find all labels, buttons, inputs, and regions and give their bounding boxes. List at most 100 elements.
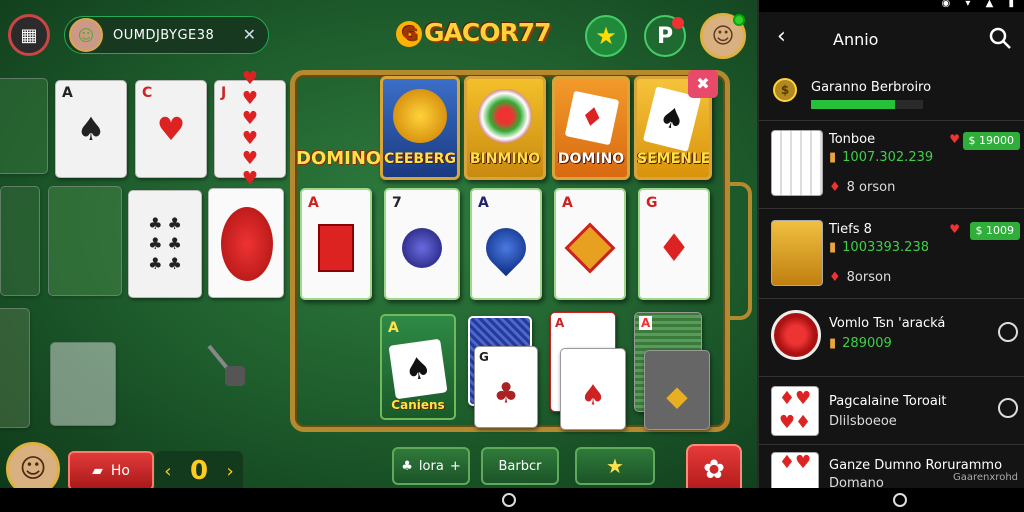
game-area: ▦ ☺ OUMDJBYGE38 ✕ G GACOR77 ★ P ☺ A ♠ C ♥… xyxy=(0,0,757,488)
heart-icon[interactable]: ♥ xyxy=(949,222,960,236)
card-art xyxy=(318,224,354,273)
list-item[interactable]: ♦♥ Ganze Dumno Rorurammo Domano Gaarenxr… xyxy=(759,448,1024,488)
price-badge[interactable]: $ 1009 xyxy=(969,222,1020,240)
divider xyxy=(759,120,1024,121)
card-rank: 7 xyxy=(392,195,402,211)
p-button[interactable]: P xyxy=(644,15,686,57)
coin-icon: ▮ xyxy=(829,240,837,255)
ho-button[interactable]: ▰ Ho xyxy=(68,451,154,488)
item-sub: ♦ 8orson xyxy=(829,270,891,285)
stack-card-front: ♠ xyxy=(560,348,626,430)
card-art xyxy=(564,222,616,274)
tile-label: BINMINO xyxy=(469,151,541,167)
item-sub: Dlilsboeoe xyxy=(829,414,897,429)
faded-card xyxy=(48,186,122,296)
spade-icon: ♠ xyxy=(76,110,106,148)
card-stack-1[interactable]: G ♣ xyxy=(464,316,540,428)
player-name: OUMDJBYGE38 xyxy=(113,27,215,43)
item-title: Tonboe xyxy=(829,132,876,147)
roulette-icon xyxy=(478,89,532,144)
item-sub: ♦ 8 orson xyxy=(829,180,895,195)
settings-button[interactable]: ✿ xyxy=(686,444,742,488)
status-bar: ◉ ▾ ▲ ▮ xyxy=(759,0,1024,12)
card-back-red[interactable] xyxy=(208,188,284,298)
heart-icon[interactable]: ♥ xyxy=(949,132,960,146)
chevron-right-icon[interactable]: › xyxy=(227,461,234,482)
card-rank: C xyxy=(142,85,153,101)
card-stack-3[interactable]: A ◆ xyxy=(632,312,714,430)
card-2[interactable]: C ♥ xyxy=(135,80,207,178)
diamond-icon: ♦ xyxy=(829,270,841,285)
big-card-4[interactable]: A xyxy=(554,188,626,300)
big-card-5[interactable]: G ♦ xyxy=(638,188,710,300)
game-tile-ceeberg[interactable]: CEEBERG xyxy=(380,76,460,180)
chevron-left-icon[interactable]: ‹ xyxy=(164,461,171,482)
plus-icon: + xyxy=(449,458,461,474)
system-nav-bar xyxy=(0,488,1024,512)
panel-title: Annio xyxy=(833,30,879,49)
card-art: ♦ xyxy=(656,226,692,271)
hearts-pattern-icon: ♥ ♥ ♥ ♥ ♥ ♥ xyxy=(241,68,259,189)
game-tile-domino[interactable]: ♦ DOMINO xyxy=(552,76,630,180)
big-card-2[interactable]: 7 xyxy=(384,188,460,300)
card-rank: G xyxy=(646,195,658,211)
progress-fill xyxy=(811,100,895,109)
heart-icon: ♥ xyxy=(156,110,186,148)
counter-value: 0 xyxy=(189,456,209,486)
card-stack-2[interactable]: A ♠ xyxy=(548,312,630,430)
list-item[interactable]: Tiefs 8 ▮ 1003393.238 ♦ 8orson ♥ $ 1009 xyxy=(759,212,1024,296)
search-icon[interactable] xyxy=(988,26,1012,50)
card-rank: G xyxy=(479,350,489,364)
card-1[interactable]: A ♠ xyxy=(55,80,127,178)
item-sub-text: 8 orson xyxy=(846,180,896,195)
gear-icon[interactable] xyxy=(998,398,1018,418)
list-item[interactable]: ♦♥ ♥♦ Pagcalaine Toroait Dlilsboeoe xyxy=(759,380,1024,442)
side-panel: ◉ ▾ ▲ ▮ ‹ Annio $ Garanno Berbroiro Tonb… xyxy=(757,0,1024,488)
menu-button[interactable]: ▦ xyxy=(8,14,50,56)
shuffle-button[interactable]: ✖ xyxy=(688,70,718,98)
home-button[interactable] xyxy=(502,493,516,507)
game-tile-binmino[interactable]: BINMINO xyxy=(464,76,546,180)
player-name-pill[interactable]: ☺ OUMDJBYGE38 ✕ xyxy=(64,16,269,54)
diamond-card-icon: ♦ xyxy=(564,90,620,146)
card-clubs[interactable]: ♣ ♣ ♣ ♣ ♣ ♣ xyxy=(128,190,202,298)
card-rank: A xyxy=(562,195,573,211)
back-icon[interactable]: ‹ xyxy=(777,24,786,49)
big-card-3[interactable]: A xyxy=(470,188,542,300)
price-badge[interactable]: $ 19000 xyxy=(962,132,1020,150)
card-3[interactable]: J ♥ ♥ ♥ ♥ ♥ ♥ xyxy=(214,69,286,189)
user-row[interactable]: $ Garanno Berbroiro xyxy=(773,76,1018,112)
card-art: ♣ xyxy=(493,376,519,410)
barbcr-button[interactable]: Barbcr xyxy=(481,447,559,485)
coin-icon: ▮ xyxy=(829,336,837,351)
card-art xyxy=(477,220,535,277)
domino-logo[interactable]: DOMINO xyxy=(296,148,381,169)
close-icon[interactable]: ✕ xyxy=(243,25,256,44)
card-rank: A xyxy=(478,195,489,211)
coin-icon: $ xyxy=(773,78,797,102)
star-icon: ★ xyxy=(606,454,624,478)
bell-icon xyxy=(207,344,245,386)
card-rank: A xyxy=(555,316,565,330)
player-avatar[interactable]: ☺ xyxy=(6,442,60,488)
list-item[interactable]: Vomlo Tsn 'aracká ▮ 289009 xyxy=(759,302,1024,376)
item-thumbnail xyxy=(771,220,823,286)
divider xyxy=(759,444,1024,445)
lora-button[interactable]: ♣ lora + xyxy=(392,447,470,485)
lora-label: lora xyxy=(418,458,444,474)
game-tile-caniens[interactable]: A ♠ Caniens xyxy=(380,314,456,420)
gear-icon[interactable] xyxy=(998,322,1018,342)
faded-card xyxy=(50,342,116,426)
star-action-button[interactable]: ★ xyxy=(575,447,655,485)
item-value-text: 289009 xyxy=(842,336,892,351)
list-item[interactable]: Tonboe ▮ 1007.302.239 ♦ 8 orson ♥ $ 19000 xyxy=(759,124,1024,208)
profile-avatar[interactable]: ☺ xyxy=(700,13,746,59)
favorites-button[interactable]: ★ xyxy=(585,15,627,57)
app-logo: G GACOR77 xyxy=(396,18,552,47)
item-thumbnail xyxy=(771,310,821,360)
item-title: Vomlo Tsn 'aracká xyxy=(829,316,946,331)
bet-counter[interactable]: ‹ 0 › xyxy=(155,451,243,488)
home-button-secondary[interactable] xyxy=(893,493,907,507)
big-card-1[interactable]: A xyxy=(300,188,372,300)
ho-label: Ho xyxy=(110,463,130,479)
